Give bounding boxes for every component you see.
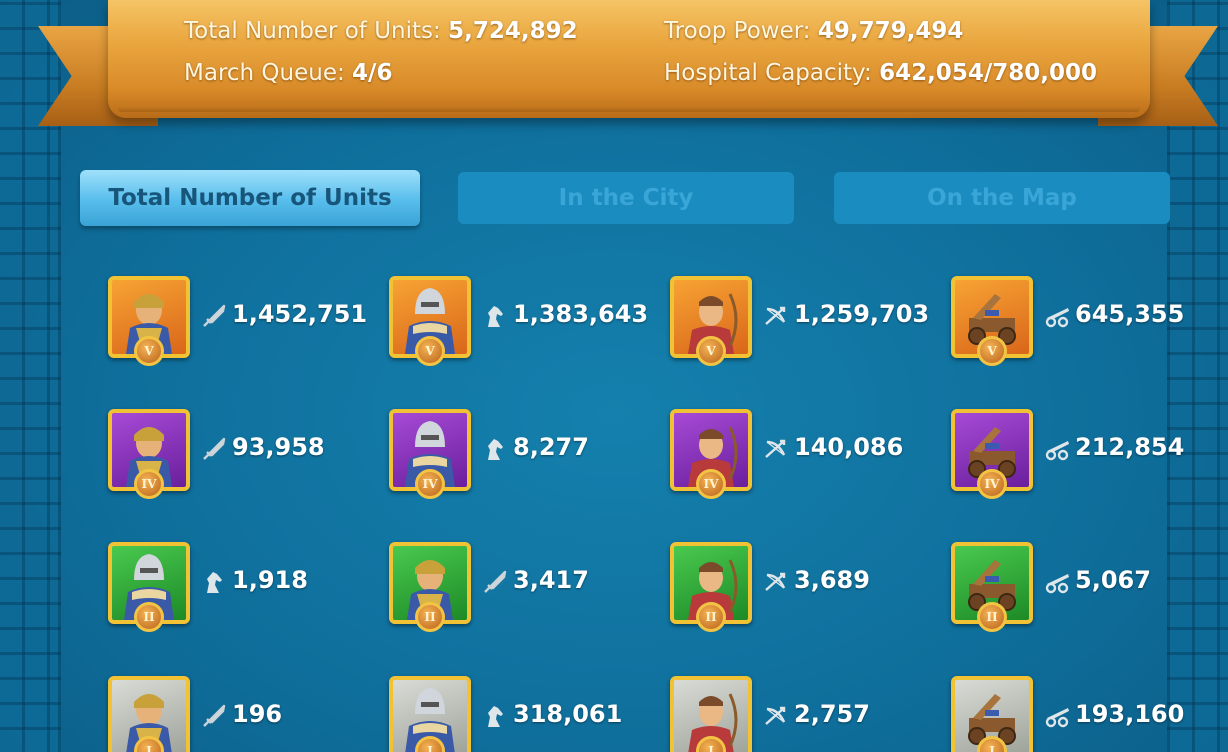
hospital-capacity-stat: Hospital Capacity: 642,054/780,000 <box>664 60 1097 86</box>
total-units-label: Total Number of Units: <box>184 18 441 44</box>
bow-icon <box>762 702 790 730</box>
march-queue-stat: March Queue: 4/6 <box>184 60 392 86</box>
march-queue-value: 4/6 <box>352 60 393 86</box>
unit-card[interactable]: IV 8,277 <box>389 409 649 509</box>
unit-count: 212,854 <box>1075 433 1185 461</box>
tab-on-the-map[interactable]: On the Map <box>834 172 1170 224</box>
horse-head-icon <box>481 702 509 730</box>
tier-medal: IV <box>977 469 1007 499</box>
unit-portrait: V <box>108 276 190 366</box>
unit-card[interactable]: II 3,417 <box>389 542 649 642</box>
hospital-capacity-label: Hospital Capacity: <box>664 60 872 86</box>
horse-head-icon <box>481 302 509 330</box>
troop-power-value: 49,779,494 <box>817 18 964 44</box>
unit-card[interactable]: I 193,160 <box>951 676 1211 752</box>
unit-portrait: II <box>389 542 471 632</box>
unit-count: 1,383,643 <box>513 300 649 328</box>
unit-portrait: IV <box>670 409 752 499</box>
tier-medal: V <box>696 336 726 366</box>
unit-card[interactable]: I 2,757 <box>670 676 930 752</box>
unit-card[interactable]: I 196 <box>108 676 368 752</box>
unit-count: 1,918 <box>232 566 308 594</box>
unit-count: 318,061 <box>513 700 623 728</box>
unit-card[interactable]: V 645,355 <box>951 276 1211 376</box>
siege-engine-icon <box>1043 702 1071 730</box>
unit-count: 3,689 <box>794 566 870 594</box>
troop-power-stat: Troop Power: 49,779,494 <box>664 18 963 44</box>
unit-card[interactable]: II 5,067 <box>951 542 1211 642</box>
tier-medal: II <box>134 602 164 632</box>
unit-portrait: IV <box>389 409 471 499</box>
unit-portrait: I <box>108 676 190 752</box>
unit-card[interactable]: V 1,383,643 <box>389 276 649 376</box>
unit-card[interactable]: V 1,452,751 <box>108 276 368 376</box>
unit-card[interactable]: IV 140,086 <box>670 409 930 509</box>
siege-engine-icon <box>1043 568 1071 596</box>
siege-engine-icon <box>1043 435 1071 463</box>
tier-medal: II <box>696 602 726 632</box>
siege-engine-icon <box>1043 302 1071 330</box>
tier-medal: IV <box>134 469 164 499</box>
unit-portrait: I <box>951 676 1033 752</box>
unit-count: 196 <box>232 700 283 728</box>
hospital-capacity-value: 642,054/780,000 <box>879 60 1097 86</box>
sword-icon <box>200 702 228 730</box>
tab-total-units[interactable]: Total Number of Units <box>80 170 420 226</box>
tab-in-the-city[interactable]: In the City <box>458 172 794 224</box>
troop-power-label: Troop Power: <box>664 18 811 44</box>
unit-portrait: V <box>951 276 1033 366</box>
tier-medal: II <box>415 602 445 632</box>
summary-banner: Total Number of Units: 5,724,892 Troop P… <box>108 0 1150 118</box>
unit-card[interactable]: I 318,061 <box>389 676 649 752</box>
unit-count: 645,355 <box>1075 300 1185 328</box>
unit-count: 140,086 <box>794 433 904 461</box>
unit-count: 1,259,703 <box>794 300 930 328</box>
sword-icon <box>200 302 228 330</box>
unit-card[interactable]: V 1,259,703 <box>670 276 930 376</box>
unit-portrait: II <box>951 542 1033 632</box>
unit-count: 93,958 <box>232 433 325 461</box>
horse-head-icon <box>481 435 509 463</box>
tier-medal: II <box>977 602 1007 632</box>
tier-medal: V <box>134 336 164 366</box>
unit-card[interactable]: II 1,918 <box>108 542 368 642</box>
unit-portrait: IV <box>951 409 1033 499</box>
unit-portrait: IV <box>108 409 190 499</box>
troops-overview-screen: Total Number of Units: 5,724,892 Troop P… <box>0 0 1228 752</box>
unit-count: 5,067 <box>1075 566 1151 594</box>
unit-portrait: V <box>670 276 752 366</box>
unit-count: 3,417 <box>513 566 589 594</box>
unit-portrait: II <box>670 542 752 632</box>
total-units-stat: Total Number of Units: 5,724,892 <box>184 18 578 44</box>
unit-portrait: V <box>389 276 471 366</box>
tier-medal: IV <box>696 469 726 499</box>
unit-portrait: I <box>389 676 471 752</box>
tier-medal: IV <box>415 469 445 499</box>
unit-card[interactable]: II 3,689 <box>670 542 930 642</box>
tier-medal: V <box>977 336 1007 366</box>
unit-count: 2,757 <box>794 700 870 728</box>
unit-portrait: II <box>108 542 190 632</box>
bow-icon <box>762 302 790 330</box>
bow-icon <box>762 435 790 463</box>
unit-count: 1,452,751 <box>232 300 368 328</box>
bow-icon <box>762 568 790 596</box>
unit-card[interactable]: IV 212,854 <box>951 409 1211 509</box>
unit-count: 193,160 <box>1075 700 1185 728</box>
total-units-value: 5,724,892 <box>448 18 578 44</box>
sword-icon <box>200 435 228 463</box>
horse-head-icon <box>200 568 228 596</box>
unit-portrait: I <box>670 676 752 752</box>
unit-count: 8,277 <box>513 433 589 461</box>
tier-medal: V <box>415 336 445 366</box>
march-queue-label: March Queue: <box>184 60 345 86</box>
sword-icon <box>481 568 509 596</box>
unit-card[interactable]: IV 93,958 <box>108 409 368 509</box>
